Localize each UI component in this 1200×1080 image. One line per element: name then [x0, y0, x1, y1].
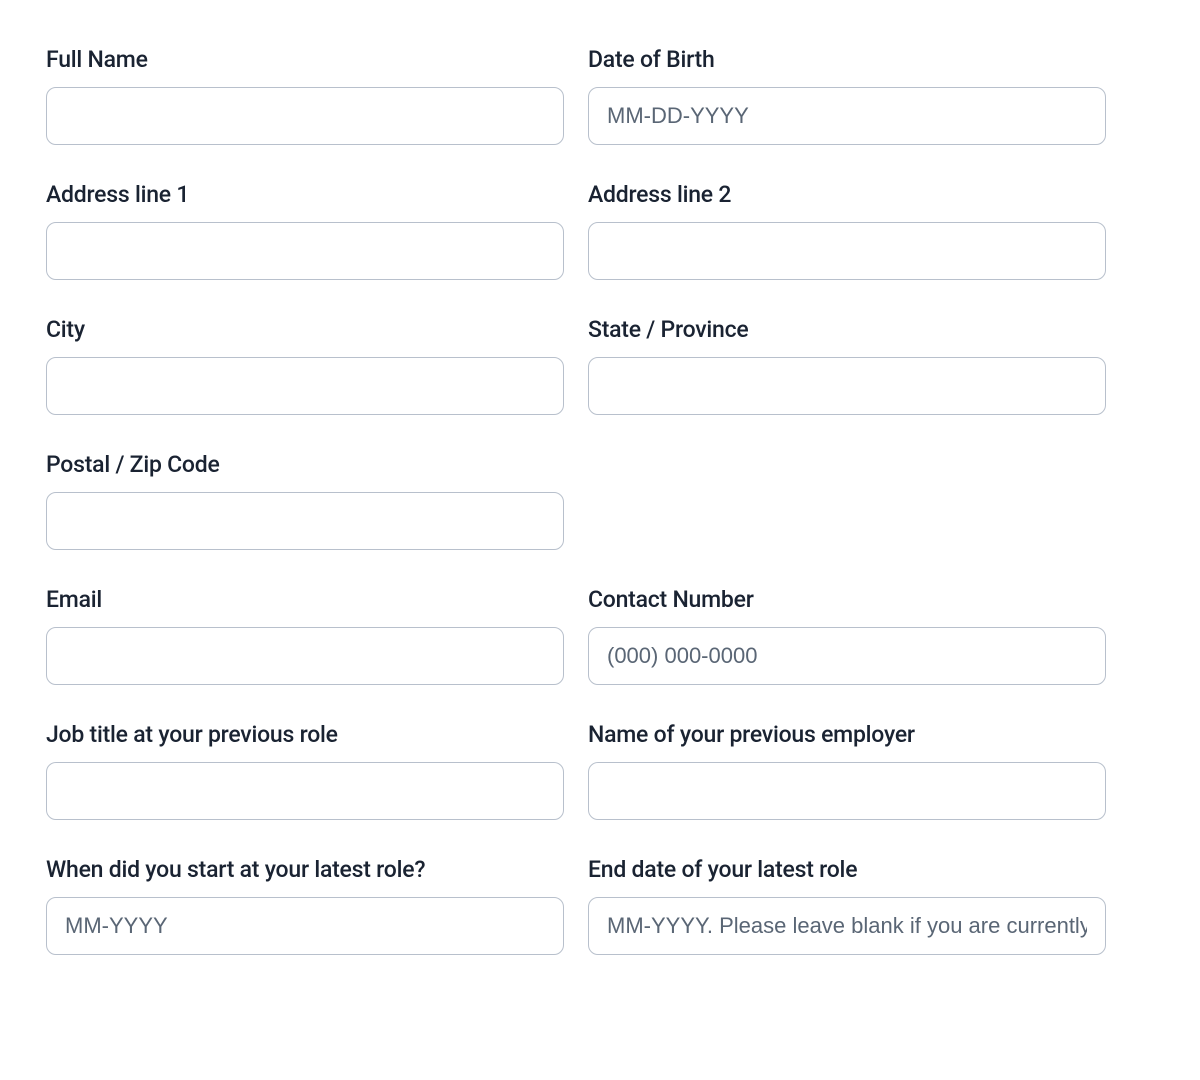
contact-label: Contact Number [588, 586, 1106, 613]
field-email: Email [46, 586, 564, 685]
address2-label: Address line 2 [588, 181, 1106, 208]
address1-input[interactable] [46, 222, 564, 280]
full-name-label: Full Name [46, 46, 564, 73]
address1-label: Address line 1 [46, 181, 564, 208]
email-input[interactable] [46, 627, 564, 685]
start-date-label: When did you start at your latest role? [46, 856, 564, 883]
field-start-date: When did you start at your latest role? [46, 856, 564, 955]
job-title-label: Job title at your previous role [46, 721, 564, 748]
field-contact: Contact Number [588, 586, 1106, 685]
job-title-input[interactable] [46, 762, 564, 820]
field-address2: Address line 2 [588, 181, 1106, 280]
state-label: State / Province [588, 316, 1106, 343]
field-dob: Date of Birth [588, 46, 1106, 145]
field-address1: Address line 1 [46, 181, 564, 280]
city-label: City [46, 316, 564, 343]
employer-label: Name of your previous employer [588, 721, 1106, 748]
dob-input[interactable] [588, 87, 1106, 145]
address2-input[interactable] [588, 222, 1106, 280]
field-city: City [46, 316, 564, 415]
form-grid: Full Name Date of Birth Address line 1 A… [46, 46, 1106, 955]
dob-label: Date of Birth [588, 46, 1106, 73]
postal-label: Postal / Zip Code [46, 451, 564, 478]
contact-input[interactable] [588, 627, 1106, 685]
full-name-input[interactable] [46, 87, 564, 145]
state-input[interactable] [588, 357, 1106, 415]
field-postal: Postal / Zip Code [46, 451, 564, 550]
employer-input[interactable] [588, 762, 1106, 820]
end-date-label: End date of your latest role [588, 856, 1106, 883]
empty-cell [588, 451, 1106, 550]
start-date-input[interactable] [46, 897, 564, 955]
city-input[interactable] [46, 357, 564, 415]
field-state: State / Province [588, 316, 1106, 415]
email-label: Email [46, 586, 564, 613]
end-date-input[interactable] [588, 897, 1106, 955]
field-full-name: Full Name [46, 46, 564, 145]
postal-input[interactable] [46, 492, 564, 550]
field-employer: Name of your previous employer [588, 721, 1106, 820]
field-job-title: Job title at your previous role [46, 721, 564, 820]
field-end-date: End date of your latest role [588, 856, 1106, 955]
